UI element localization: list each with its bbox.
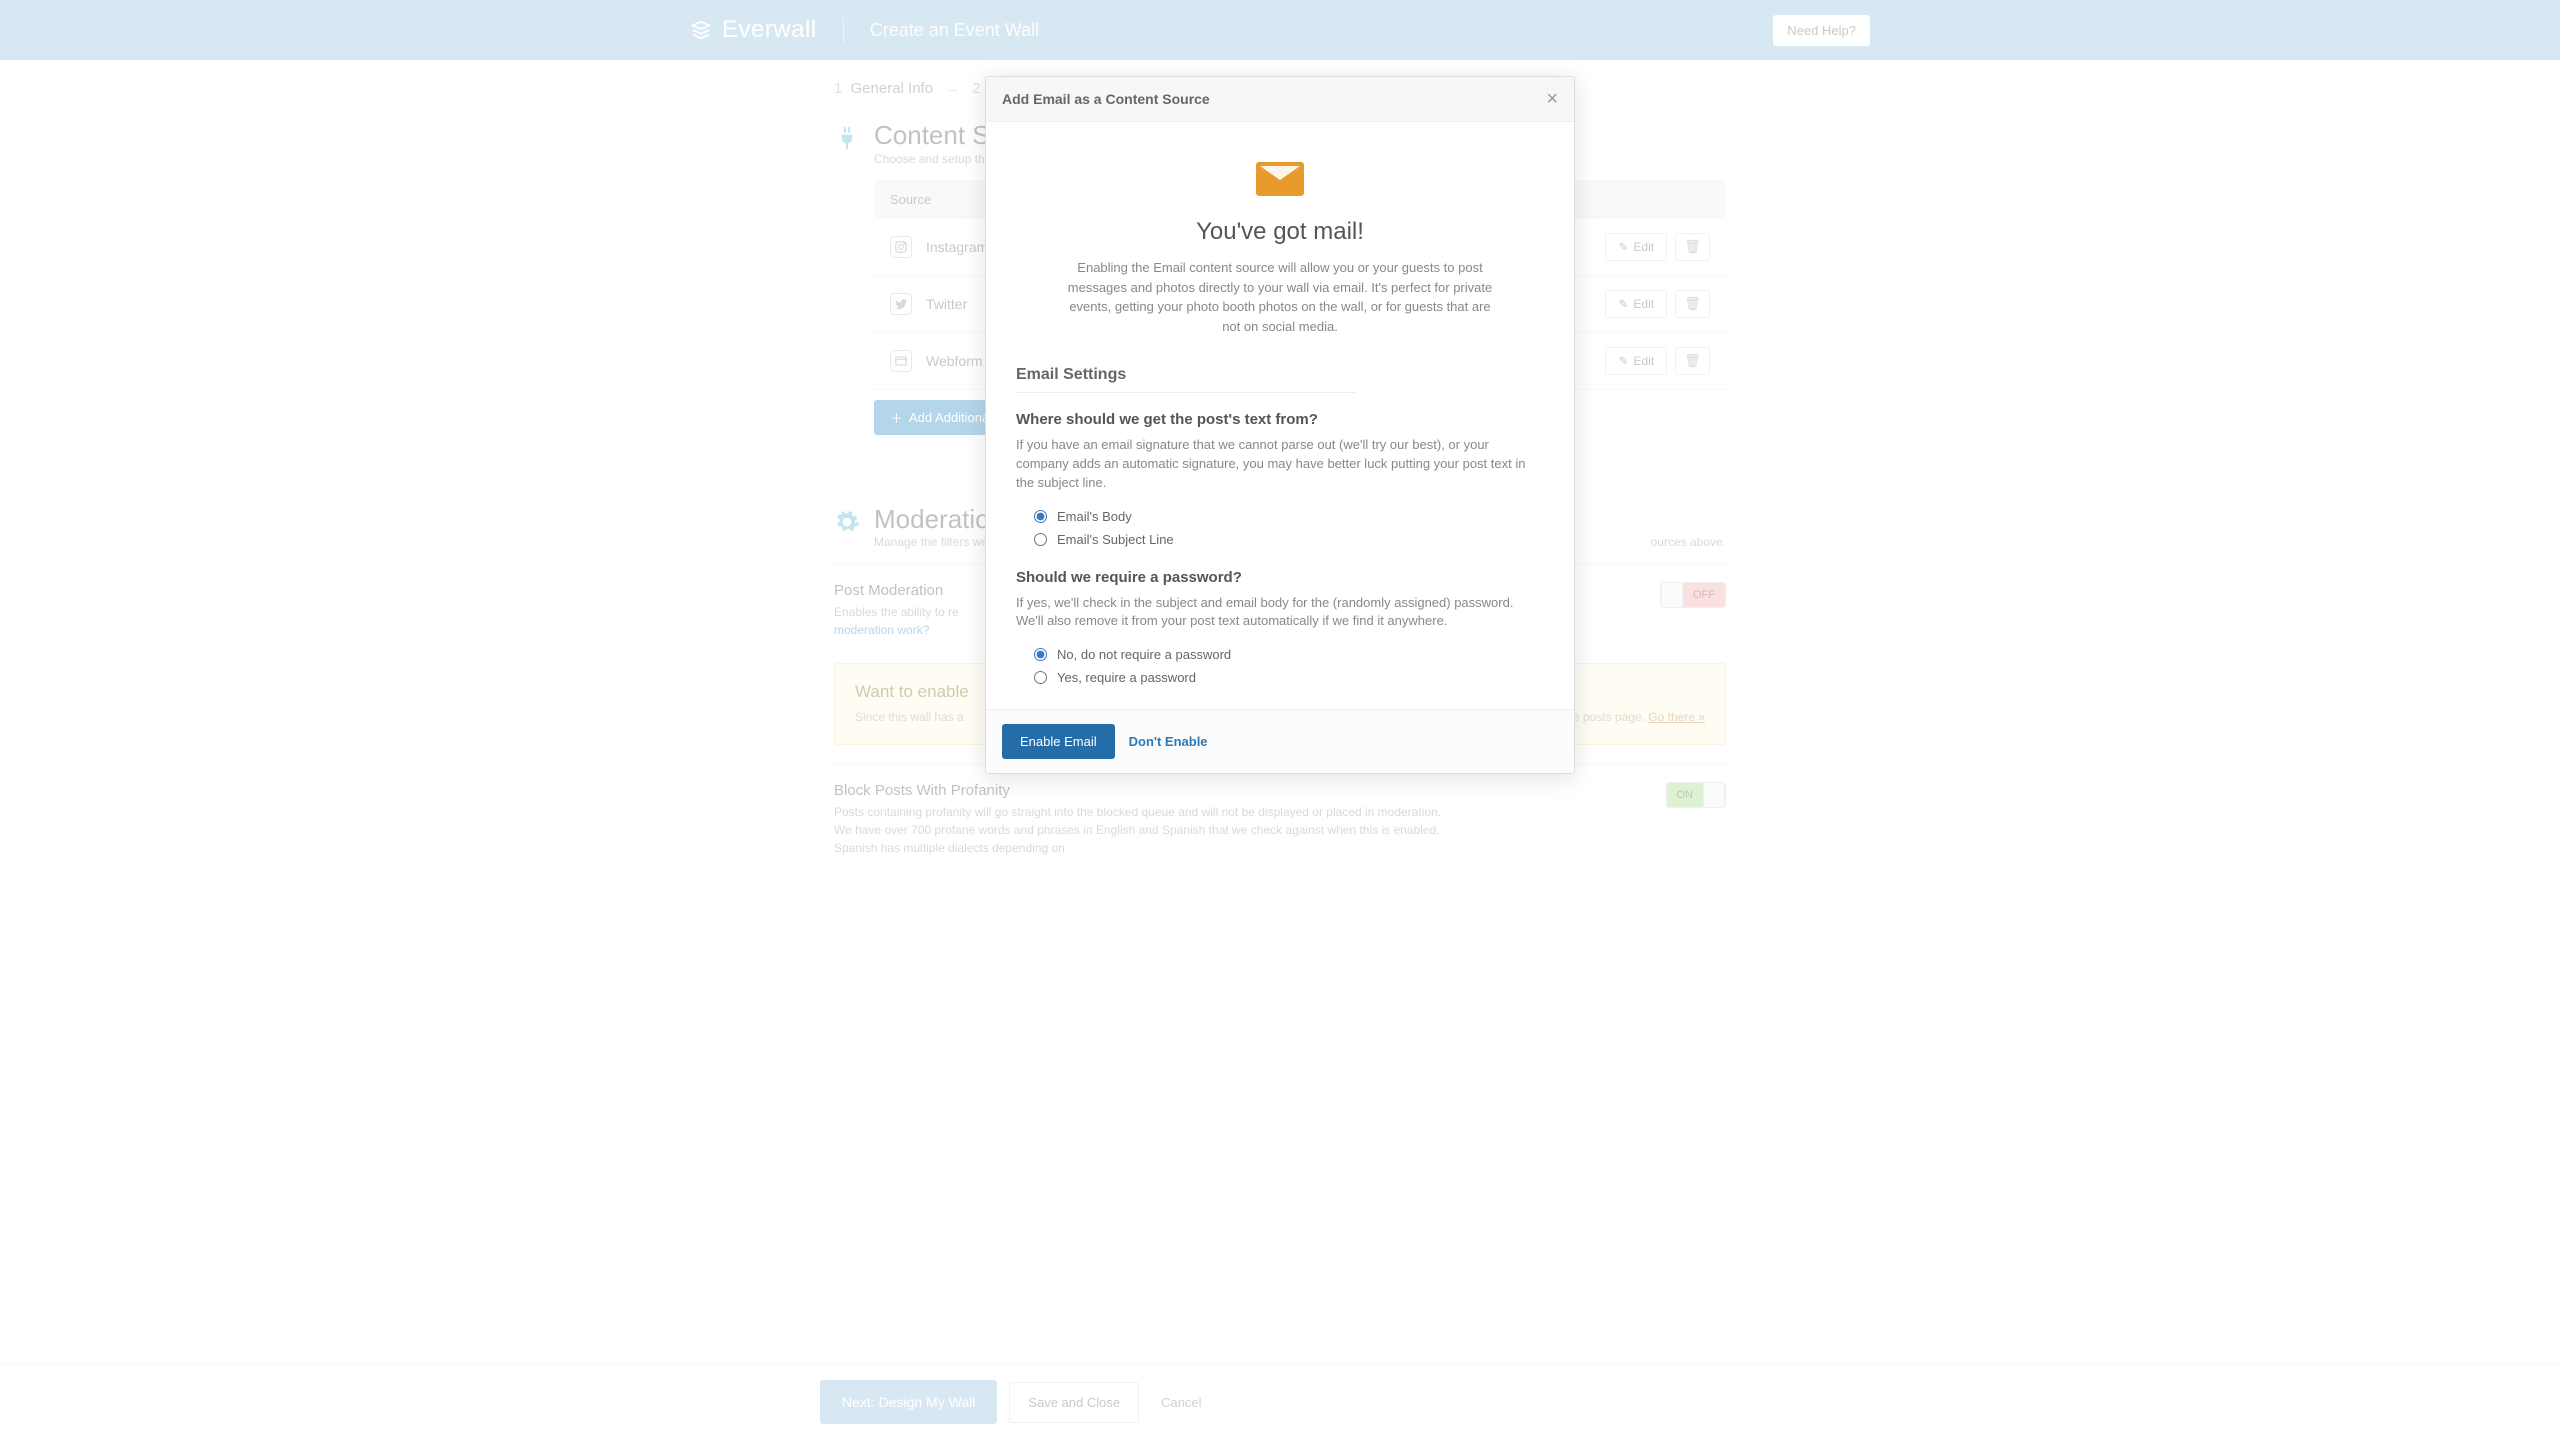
radio-input[interactable] <box>1034 648 1047 661</box>
radio-email-body[interactable]: Email's Body <box>1016 505 1544 528</box>
mail-icon <box>1256 162 1304 196</box>
radio-input[interactable] <box>1034 510 1047 523</box>
radio-yes-password[interactable]: Yes, require a password <box>1016 666 1544 689</box>
text-source-question: Where should we get the post's text from… <box>1016 411 1544 428</box>
email-settings-heading: Email Settings <box>1016 366 1356 393</box>
modal-overlay: Add Email as a Content Source × You've g… <box>0 0 2560 1440</box>
radio-label: Yes, require a password <box>1057 670 1196 685</box>
radio-label: Email's Body <box>1057 509 1132 524</box>
modal-title: Add Email as a Content Source <box>1002 91 1210 107</box>
add-email-modal: Add Email as a Content Source × You've g… <box>985 76 1575 774</box>
radio-no-password[interactable]: No, do not require a password <box>1016 643 1544 666</box>
enable-email-button[interactable]: Enable Email <box>1002 724 1115 759</box>
close-button[interactable]: × <box>1546 89 1558 109</box>
dont-enable-button[interactable]: Don't Enable <box>1129 734 1208 749</box>
password-question: Should we require a password? <box>1016 569 1544 586</box>
close-icon: × <box>1546 88 1558 110</box>
modal-hero-title: You've got mail! <box>1016 218 1544 246</box>
radio-input[interactable] <box>1034 533 1047 546</box>
password-explain: If yes, we'll check in the subject and e… <box>1016 594 1544 632</box>
text-source-explain: If you have an email signature that we c… <box>1016 436 1544 493</box>
radio-label: No, do not require a password <box>1057 647 1231 662</box>
radio-label: Email's Subject Line <box>1057 532 1174 547</box>
radio-input[interactable] <box>1034 671 1047 684</box>
modal-hero-desc: Enabling the Email content source will a… <box>1060 258 1500 336</box>
radio-email-subject[interactable]: Email's Subject Line <box>1016 528 1544 551</box>
